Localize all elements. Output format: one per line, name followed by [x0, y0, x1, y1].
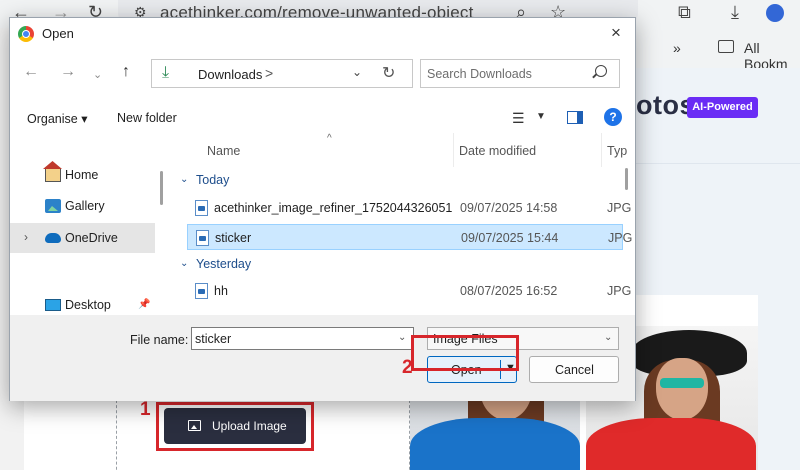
nav-scrollbar[interactable] [160, 171, 163, 205]
file-date: 08/07/2025 16:52 [460, 284, 558, 298]
command-bar: Organise ▾ New folder ☰ ▼ ? [10, 99, 635, 133]
file-row[interactable]: acethinker_image_refiner_1752044326051 0… [187, 195, 631, 221]
bookmarks-bar: » All Bookm [636, 28, 800, 72]
column-date-label: Date modified [459, 144, 537, 158]
downloads-folder-icon: ⤓ [162, 64, 170, 81]
new-folder-button[interactable]: New folder [117, 111, 177, 125]
search-input[interactable] [427, 65, 587, 83]
chevron-down-icon[interactable]: ⌄ [352, 65, 362, 79]
file-name: sticker [215, 231, 252, 245]
download-icon[interactable]: ⤓ [731, 2, 739, 22]
step-number-1: 1 [140, 399, 151, 420]
nav-item-label: OneDrive [65, 231, 118, 245]
forward-arrow-icon[interactable]: → [60, 63, 76, 81]
gallery-icon [45, 199, 61, 213]
column-header-name[interactable]: Name ^ [207, 133, 454, 167]
nav-item-label: Gallery [65, 199, 105, 213]
column-header-date[interactable]: Date modified [459, 133, 602, 167]
file-name: acethinker_image_refiner_1752044326051 [214, 201, 453, 215]
file-type: JPG [607, 201, 632, 215]
nav-item-onedrive[interactable]: › OneDrive [10, 223, 155, 253]
dialog-footer: File name: sticker ⌄ Image Files ⌄ Open … [10, 315, 635, 401]
collapse-chevron-icon[interactable]: ⌄ [180, 258, 188, 269]
file-type: JPG [608, 231, 633, 245]
nav-item-home[interactable]: Home [10, 160, 155, 190]
file-list: Name ^ Date modified Typ ⌄ Today acethin… [172, 133, 633, 303]
file-row-selected[interactable]: sticker 09/07/2025 15:44 JPG [187, 224, 632, 250]
image-file-icon [196, 230, 209, 246]
file-name: hh [214, 284, 228, 298]
image-file-icon [195, 200, 208, 216]
file-list-scrollbar[interactable] [625, 168, 628, 190]
home-icon [45, 168, 61, 182]
folder-icon [718, 40, 734, 53]
extensions-icon[interactable]: ⧉ [678, 2, 691, 22]
refresh-icon[interactable]: ↻ [382, 63, 395, 83]
organise-menu[interactable]: Organise ▾ [27, 111, 87, 126]
column-type-label: Typ [607, 144, 628, 158]
sort-ascending-icon: ^ [327, 133, 332, 144]
breadcrumb-chevron-icon[interactable]: > [265, 65, 273, 81]
open-file-dialog: Open × ← → ⌄ ↑ ⤓ Downloads > ⌄ ↻ Organis… [9, 17, 636, 401]
navigation-pane: Home Gallery › OneDrive Desktop 📌 [10, 133, 168, 312]
nav-item-label: Home [65, 168, 99, 182]
breadcrumb-downloads[interactable]: Downloads [198, 67, 262, 82]
cancel-button[interactable]: Cancel [529, 356, 619, 383]
preview-pane-icon[interactable] [567, 111, 583, 124]
dialog-titlebar: Open × [10, 18, 635, 49]
profile-icon[interactable] [766, 4, 784, 22]
chevron-down-icon[interactable]: ⌄ [604, 332, 612, 343]
file-date: 09/07/2025 15:44 [461, 231, 559, 245]
file-name-field[interactable]: sticker ⌄ [191, 327, 414, 350]
navigation-bar: ← → ⌄ ↑ ⤓ Downloads > ⌄ ↻ [10, 49, 635, 99]
dialog-title: Open [42, 26, 74, 41]
group-label: Today [196, 173, 230, 187]
help-icon[interactable]: ? [604, 108, 622, 126]
collapse-chevron-icon[interactable]: ⌄ [180, 174, 188, 185]
file-type: JPG [607, 284, 632, 298]
cloud-icon [45, 233, 61, 243]
search-box[interactable] [420, 59, 620, 88]
close-icon[interactable]: × [600, 21, 632, 45]
cancel-button-label: Cancel [555, 363, 594, 377]
column-header-type[interactable]: Typ [607, 133, 633, 167]
pin-icon[interactable]: 📌 [138, 299, 150, 310]
highlight-box-open [411, 335, 519, 371]
view-options-icon[interactable]: ☰ [512, 110, 525, 127]
up-arrow-icon[interactable]: ↑ [122, 63, 130, 81]
step-number-2: 2 [402, 357, 413, 378]
column-name-label: Name [207, 144, 241, 158]
nav-item-label: Desktop [65, 298, 111, 312]
ai-powered-badge: AI-Powered [687, 97, 758, 118]
recent-locations-icon[interactable]: ⌄ [93, 66, 102, 84]
chevron-down-icon[interactable]: ⌄ [398, 332, 406, 343]
expand-chevron-icon[interactable]: › [24, 230, 28, 244]
search-icon[interactable] [595, 65, 607, 77]
desktop-icon [45, 299, 61, 311]
view-dropdown-icon[interactable]: ▼ [536, 111, 546, 122]
group-label: Yesterday [196, 257, 252, 271]
highlight-box-upload [156, 402, 314, 451]
nav-item-gallery[interactable]: Gallery [10, 191, 155, 221]
more-bookmarks-icon[interactable]: » [673, 40, 681, 56]
address-breadcrumb[interactable]: ⤓ Downloads > ⌄ ↻ [151, 59, 413, 88]
file-name-value: sticker [195, 332, 232, 346]
file-name-label: File name: [130, 333, 189, 347]
image-file-icon [195, 283, 208, 299]
file-row[interactable]: hh 08/07/2025 16:52 JPG [187, 278, 631, 303]
chrome-logo-icon [18, 26, 34, 42]
back-arrow-icon[interactable]: ← [23, 63, 39, 81]
file-date: 09/07/2025 14:58 [460, 201, 558, 215]
